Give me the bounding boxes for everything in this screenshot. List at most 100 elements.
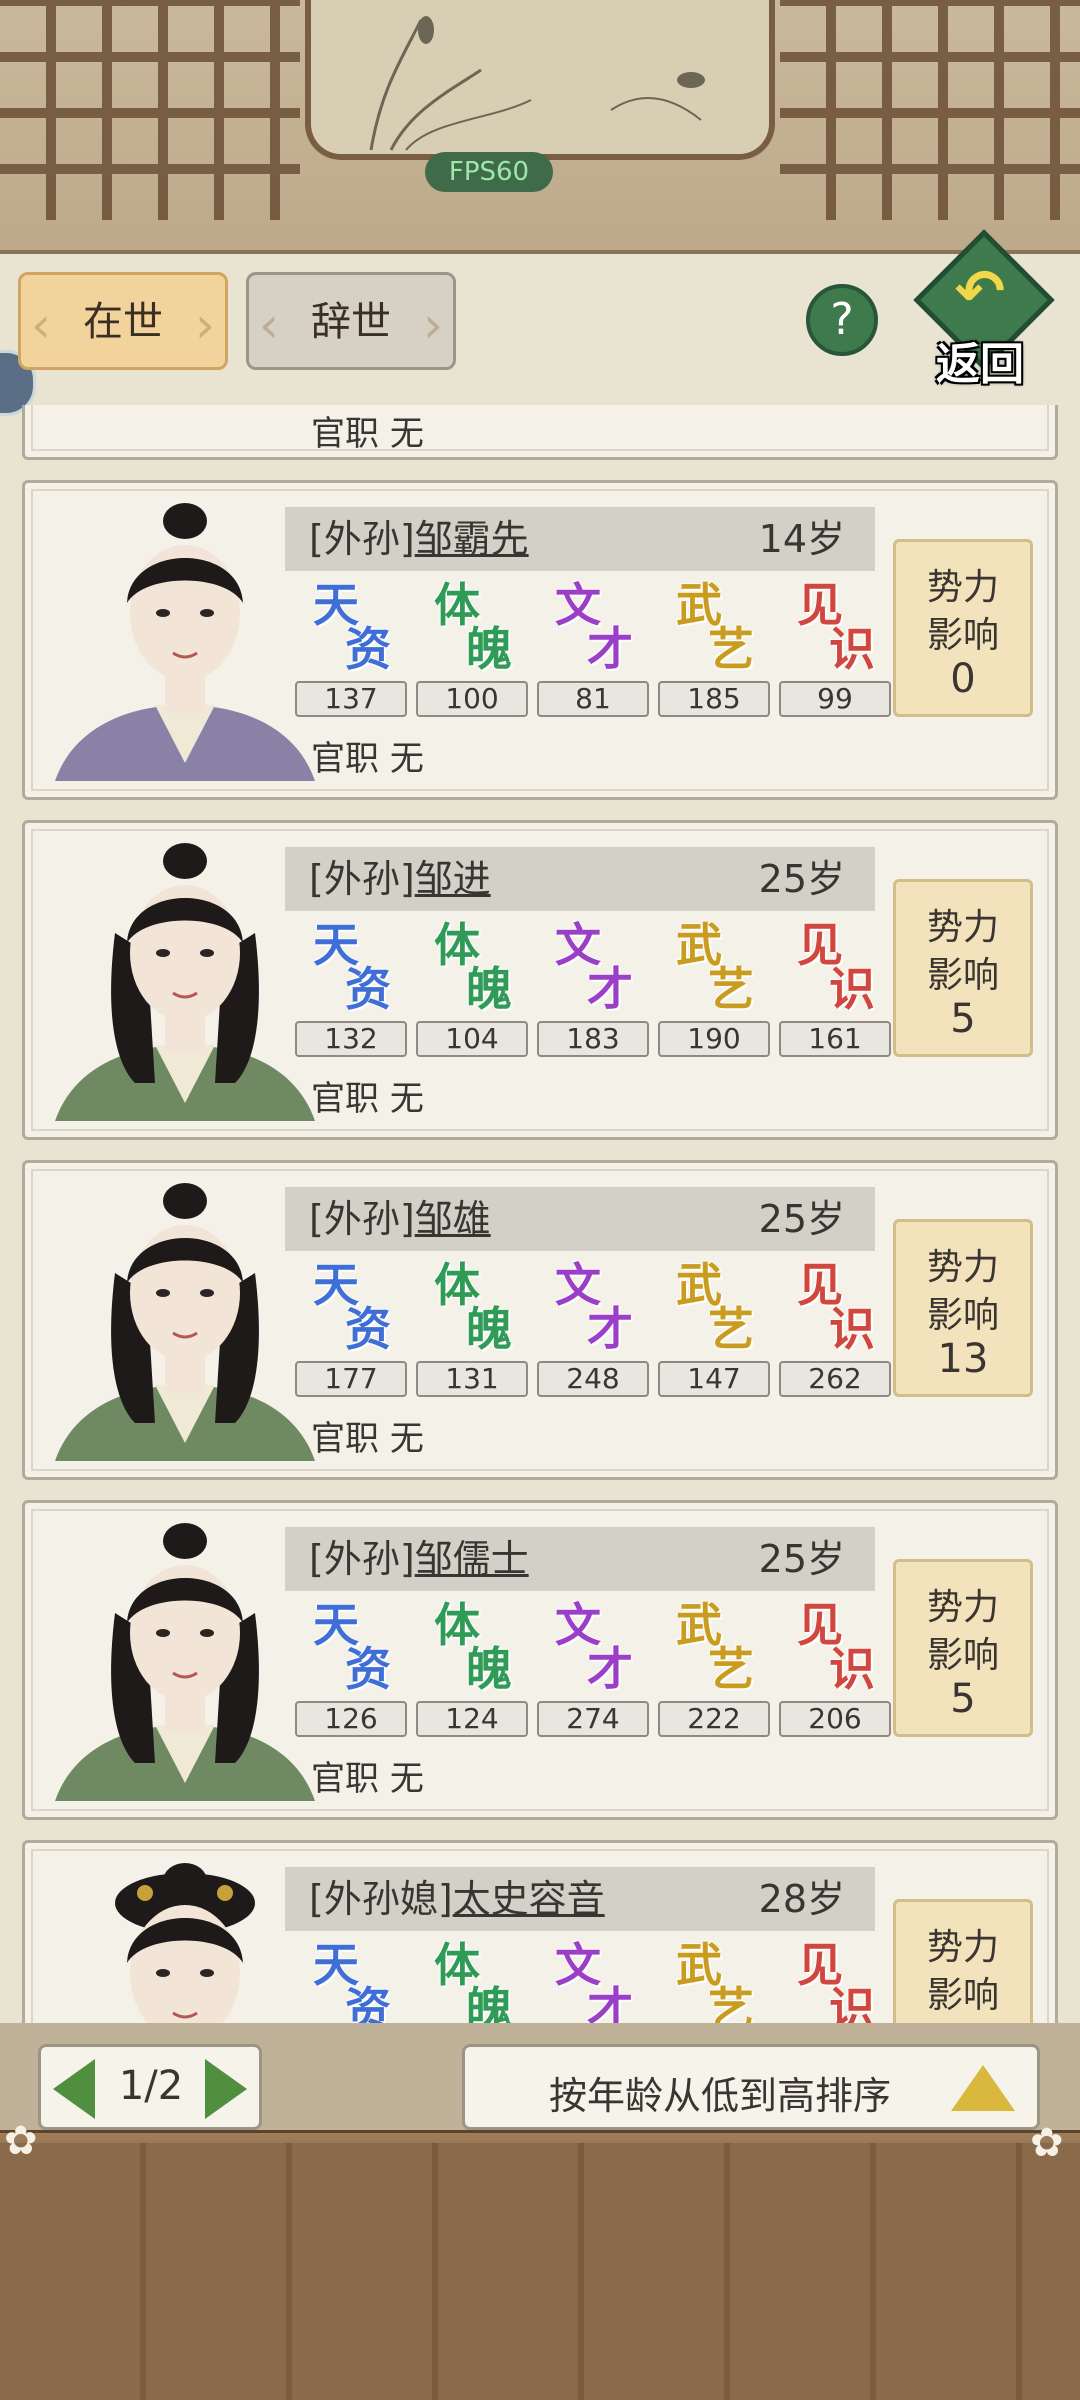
member-name-bar: [外孙]邹儒士 25岁 <box>285 1527 875 1591</box>
office-label: 官职 <box>311 1419 379 1459</box>
next-page-button[interactable] <box>205 2059 247 2119</box>
stat-glyph-bottom: 魄 <box>466 1302 512 1356</box>
member-name-bar: [外孙]邹雄 25岁 <box>285 1187 875 1251</box>
member-name-bar: [外孙媳]太史容音 28岁 <box>285 1867 875 1931</box>
prev-page-button[interactable] <box>53 2059 95 2119</box>
stat-glyph-bottom: 才 <box>587 1642 633 1696</box>
return-arrow-icon: ↶ <box>954 257 1006 327</box>
stat-glyph-bottom: 资 <box>345 1302 391 1356</box>
office-value: 无 <box>389 739 424 779</box>
member-name[interactable]: 邹进 <box>415 857 491 901</box>
member-relation: [外孙] <box>309 857 415 901</box>
office-value: 无 <box>389 414 424 454</box>
stat-value: 126 <box>295 1701 407 1737</box>
member-age: 25岁 <box>758 857 845 901</box>
influence-label-line1: 势力 <box>926 907 999 948</box>
member-card[interactable]: [外孙]邹儒士 25岁天资 126 体魄 124 文才 274 武艺 222 见识 206 官职 无势… <box>22 1500 1058 1820</box>
question-icon: ? <box>830 294 854 345</box>
influence-value: 5 <box>950 996 976 1042</box>
ink-painting-decoration <box>305 0 775 160</box>
member-name-bar: [外孙]邹霸先 14岁 <box>285 507 875 571</box>
help-button[interactable]: ? <box>806 284 878 356</box>
pager: 1/2 <box>38 2044 262 2130</box>
office-label: 官职 <box>311 1079 379 1119</box>
stat-glyph-bottom: 识 <box>829 1982 875 2023</box>
stat-value: 104 <box>416 1021 528 1057</box>
office-value: 无 <box>389 1419 424 1459</box>
member-name[interactable]: 太史容音 <box>453 1877 605 1921</box>
stat-glyph-bottom: 资 <box>345 1642 391 1696</box>
influence-label-line1: 势力 <box>926 1927 999 1968</box>
member-card[interactable]: [外孙]邹霸先 14岁天资 137 体魄 100 文才 81 武艺 185 见识 99 官职 无势力影… <box>22 480 1058 800</box>
influence-box: 势力 影响 <box>893 1899 1033 2023</box>
tab-ornament-left: ‹ <box>31 296 51 354</box>
stat-glyph-bottom: 魄 <box>466 622 512 676</box>
influence-label-line2: 影响 <box>926 1975 999 2016</box>
member-name[interactable]: 邹儒士 <box>415 1537 529 1581</box>
member-age: 25岁 <box>758 1537 845 1581</box>
stat-glyph-bottom: 识 <box>829 622 875 676</box>
member-relation: [外孙] <box>309 517 415 561</box>
stat-value: 274 <box>537 1701 649 1737</box>
stat-glyph-bottom: 魄 <box>466 1642 512 1696</box>
member-relation-name[interactable]: [外孙]邹霸先 <box>309 507 529 571</box>
influence-label-line1: 势力 <box>926 567 999 608</box>
stat-glyph-bottom: 资 <box>345 1982 391 2023</box>
sort-button[interactable]: 按年龄从低到高排序 <box>462 2044 1040 2130</box>
stat-glyph-bottom: 资 <box>345 962 391 1016</box>
lattice-right-decoration <box>780 0 1080 220</box>
stat-glyph-bottom: 才 <box>587 1302 633 1356</box>
office-label: 官职 <box>311 739 379 779</box>
member-relation-name[interactable]: [外孙媳]太史容音 <box>309 1867 605 1931</box>
member-card[interactable]: [外孙]邹雄 25岁天资 177 体魄 131 文才 248 武艺 147 见识 262 官职 无势力… <box>22 1160 1058 1480</box>
member-relation-name[interactable]: [外孙]邹进 <box>309 847 491 911</box>
influence-box: 势力 影响 5 <box>893 1559 1033 1737</box>
page-indicator: 1/2 <box>118 2063 184 2109</box>
tab-ornament-right: › <box>423 296 443 354</box>
member-relation-name[interactable]: [外孙]邹儒士 <box>309 1527 529 1591</box>
stat-glyph-bottom: 识 <box>829 962 875 1016</box>
stat-value: 262 <box>779 1361 891 1397</box>
office-text: 官职 无 <box>311 1751 424 1800</box>
fps-counter: FPS60 <box>425 152 553 192</box>
stat-glyph-bottom: 魄 <box>466 962 512 1016</box>
tab-ornament-right: › <box>195 296 215 354</box>
lattice-left-decoration <box>0 0 300 220</box>
member-age: 14岁 <box>758 517 845 561</box>
influence-label-line2: 影响 <box>926 1635 999 1676</box>
flower-decoration-left: ✿ <box>4 2118 38 2164</box>
tab-deceased-label: 辞世 <box>311 299 391 345</box>
tab-deceased[interactable]: ‹ 辞世 › <box>246 272 456 370</box>
stat-value: 131 <box>416 1361 528 1397</box>
office-text: 官职 无 <box>311 1411 424 1460</box>
member-relation: [外孙] <box>309 1537 415 1581</box>
tab-ornament-left: ‹ <box>259 296 279 354</box>
stat-glyph-bottom: 艺 <box>708 962 754 1016</box>
member-card[interactable]: [外孙媳]太史容音 28岁天资体魄文才武艺见识势力 影响 <box>22 1840 1058 2023</box>
stat-value: 222 <box>658 1701 770 1737</box>
stat-value: 137 <box>295 681 407 717</box>
member-card-partial[interactable]: 官职 无 <box>22 405 1058 460</box>
family-member-list[interactable]: 官职 无 [外孙]邹霸先 14岁天资 137 体魄 100 文才 81 武艺 185 见识 99 官职… <box>0 405 1080 2023</box>
back-button[interactable]: ↶ 返回 <box>906 229 1056 390</box>
member-relation-name[interactable]: [外孙]邹雄 <box>309 1187 491 1251</box>
member-name[interactable]: 邹雄 <box>415 1197 491 1241</box>
member-name[interactable]: 邹霸先 <box>415 517 529 561</box>
influence-label-line2: 影响 <box>926 1295 999 1336</box>
member-age: 25岁 <box>758 1197 845 1241</box>
back-label: 返回 <box>936 339 1024 390</box>
sort-ascending-icon <box>951 2065 1015 2111</box>
influence-label-line2: 影响 <box>926 615 999 656</box>
office-value: 无 <box>389 1079 424 1119</box>
stat-value: 248 <box>537 1361 649 1397</box>
footer-wood-panel <box>0 2143 1080 2400</box>
stat-value: 124 <box>416 1701 528 1737</box>
influence-value: 5 <box>950 1676 976 1722</box>
office-value: 无 <box>389 1759 424 1799</box>
influence-box: 势力 影响 13 <box>893 1219 1033 1397</box>
stat-value: 147 <box>658 1361 770 1397</box>
stat-value: 177 <box>295 1361 407 1397</box>
tab-alive[interactable]: ‹ 在世 › <box>18 272 228 370</box>
member-name-bar: [外孙]邹进 25岁 <box>285 847 875 911</box>
member-card[interactable]: [外孙]邹进 25岁天资 132 体魄 104 文才 183 武艺 190 见识 161 官职 无势力… <box>22 820 1058 1140</box>
